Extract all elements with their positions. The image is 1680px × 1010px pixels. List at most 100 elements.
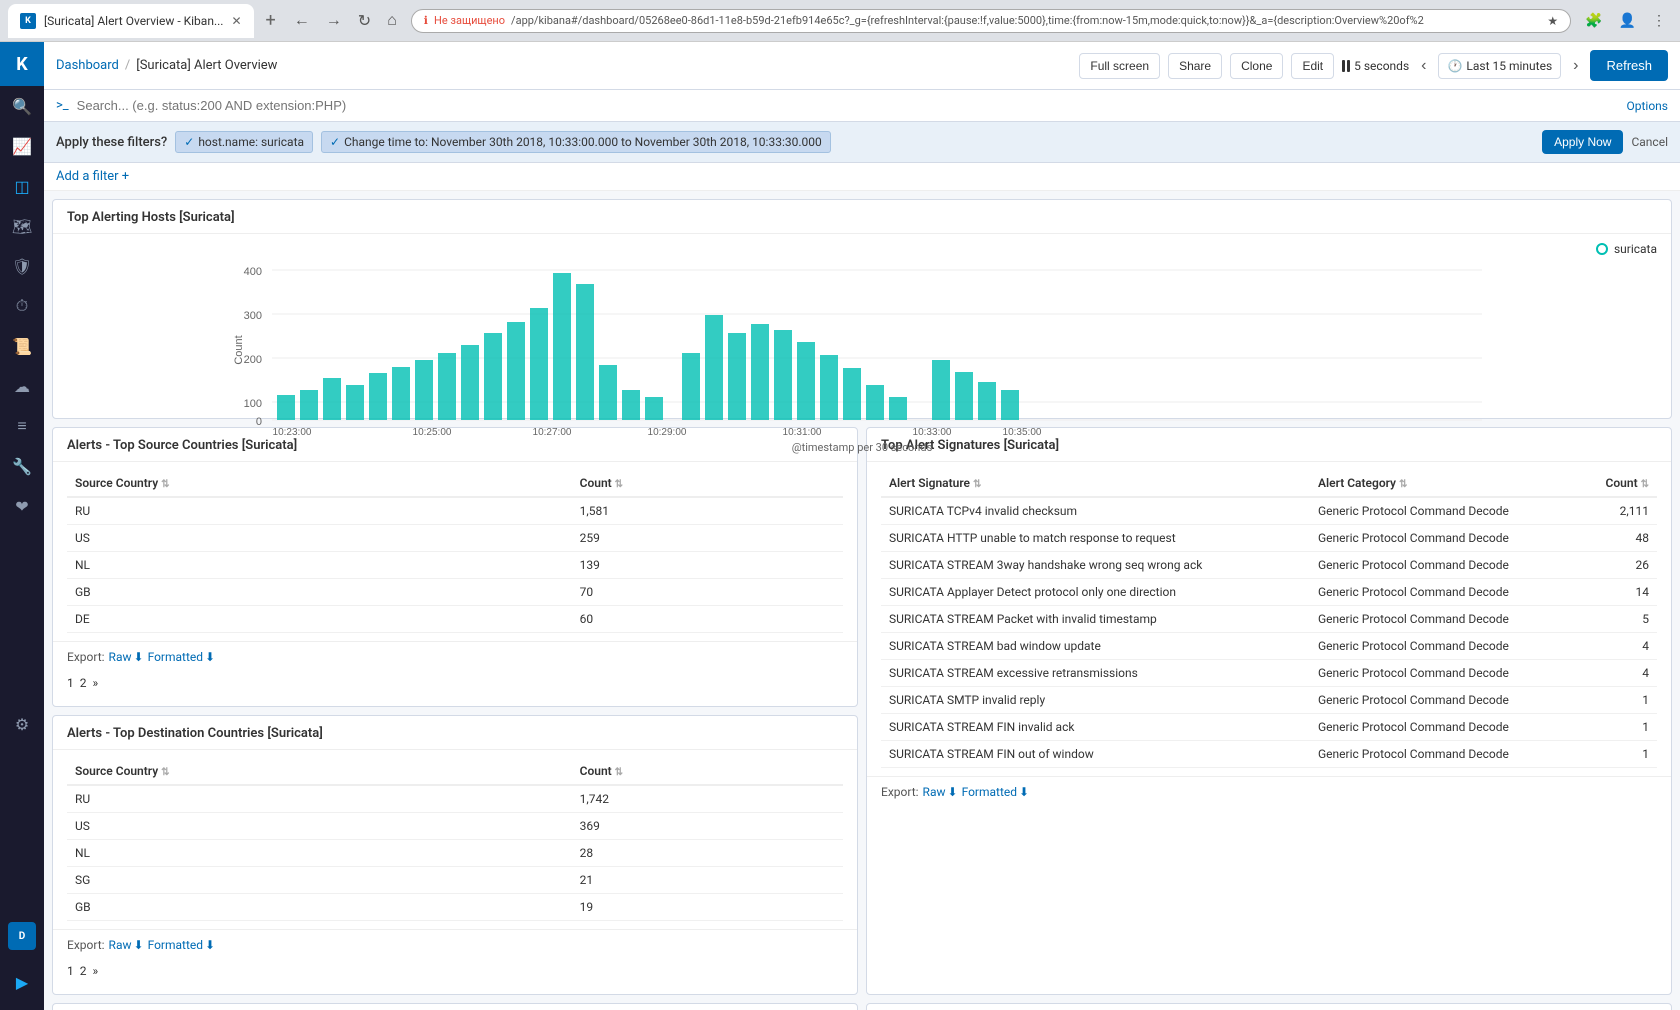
table-row[interactable]: SURICATA Applayer Detect protocol only o… — [881, 579, 1657, 606]
dest-countries-panel: Alerts - Top Destination Countries [Suri… — [52, 715, 858, 995]
sidebar-item-monitoring[interactable]: ❤ — [0, 486, 44, 526]
table-row[interactable]: SURICATA STREAM FIN out of windowGeneric… — [881, 741, 1657, 768]
search-prompt-icon: >_ — [56, 98, 69, 113]
sidebar-item-visualize[interactable]: 📈 — [0, 126, 44, 166]
table-row[interactable]: SURICATA STREAM FIN invalid ackGeneric P… — [881, 714, 1657, 741]
table-row[interactable]: NL139 — [67, 552, 843, 579]
browser-tab[interactable]: K [Suricata] Alert Overview - Kiban... ✕ — [8, 4, 254, 38]
sidebar-item-infrastructure[interactable]: ☁ — [0, 366, 44, 406]
cat-col-header[interactable]: Alert Category ⇅ — [1310, 470, 1580, 497]
sig-col-header[interactable]: Alert Signature ⇅ — [881, 470, 1310, 497]
count-cell: 4 — [1580, 660, 1657, 687]
cat-cell: Generic Protocol Command Decode — [1310, 633, 1580, 660]
svg-text:0: 0 — [256, 416, 262, 428]
apply-now-button[interactable]: Apply Now — [1542, 130, 1623, 154]
dest-count-col-header[interactable]: Count ⇅ — [572, 758, 843, 785]
table-row[interactable]: SURICATA STREAM Packet with invalid time… — [881, 606, 1657, 633]
bookmark-icon[interactable]: ★ — [1547, 14, 1558, 28]
table-row[interactable]: RU1,742 — [67, 785, 843, 813]
table-row[interactable]: GB70 — [67, 579, 843, 606]
forward-button[interactable]: → — [320, 7, 348, 35]
new-tab-button[interactable]: + — [262, 10, 280, 31]
country-cell: RU — [67, 785, 572, 813]
searchbar: >_ Options — [44, 90, 1680, 122]
fullscreen-button[interactable]: Full screen — [1079, 53, 1160, 79]
menu-button[interactable]: ⋮ — [1646, 8, 1672, 33]
home-button[interactable]: ⌂ — [381, 7, 403, 35]
tab-close-icon[interactable]: ✕ — [231, 14, 241, 28]
svg-text:10:25:00: 10:25:00 — [413, 427, 452, 435]
filter-tag-hostname[interactable]: ✓ host.name: suricata — [175, 131, 313, 153]
reload-button[interactable]: ↻ — [352, 7, 377, 35]
count-cell: 1,742 — [572, 785, 843, 813]
dev-mode-badge: D — [8, 922, 36, 950]
table-row[interactable]: SURICATA TCPv4 invalid checksumGeneric P… — [881, 497, 1657, 525]
dest-page-next[interactable]: » — [93, 964, 99, 978]
interval-prev-button[interactable]: ‹ — [1417, 55, 1430, 77]
count-cell: 70 — [572, 579, 843, 606]
table-row[interactable]: SURICATA HTTP unable to match response t… — [881, 525, 1657, 552]
source-country-col-header[interactable]: Source Country ⇅ — [67, 470, 572, 497]
table-row[interactable]: SURICATA STREAM excessive retransmission… — [881, 660, 1657, 687]
breadcrumb-dashboard[interactable]: Dashboard — [56, 58, 119, 73]
table-row[interactable]: DE60 — [67, 606, 843, 633]
table-row[interactable]: RU1,581 — [67, 497, 843, 525]
source-raw-link[interactable]: Raw ⬇ — [109, 650, 144, 664]
count-col-header[interactable]: Count ⇅ — [1580, 470, 1657, 497]
table-row[interactable]: SG21 — [67, 867, 843, 894]
source-countries-panel: Alerts - Top Source Countries [Suricata]… — [52, 427, 858, 707]
search-input[interactable] — [77, 98, 1619, 113]
sidebar-item-management[interactable]: ⚙ — [0, 704, 44, 744]
page-2[interactable]: 2 — [80, 676, 87, 690]
sidebar-item-devtools[interactable]: 🔧 — [0, 446, 44, 486]
table-row[interactable]: GB19 — [67, 894, 843, 921]
options-link[interactable]: Options — [1626, 99, 1668, 113]
sidebar-item-apm[interactable]: ⏱ — [0, 286, 44, 326]
dest-country-col-header[interactable]: Source Country ⇅ — [67, 758, 572, 785]
chart-x-label: @timestamp per 30 seconds — [67, 441, 1657, 454]
dest-raw-link[interactable]: Raw ⬇ — [109, 938, 144, 952]
clone-button[interactable]: Clone — [1230, 53, 1283, 79]
sidebar-item-security[interactable]: 🛡 — [0, 246, 44, 286]
dest-formatted-link[interactable]: Formatted ⬇ — [148, 938, 216, 952]
sidebar-item-discover[interactable]: 🔍 — [0, 86, 44, 126]
back-button[interactable]: ← — [288, 7, 316, 35]
table-row[interactable]: SURICATA SMTP invalid replyGeneric Proto… — [881, 687, 1657, 714]
interval-next-button[interactable]: › — [1569, 55, 1582, 77]
sidebar-item-dashboard[interactable]: ◫ — [0, 166, 44, 206]
source-formatted-link[interactable]: Formatted ⬇ — [148, 650, 216, 664]
dest-page-1[interactable]: 1 — [67, 964, 74, 978]
profile-button[interactable]: 👤 — [1613, 8, 1642, 33]
table-row[interactable]: SURICATA STREAM 3way handshake wrong seq… — [881, 552, 1657, 579]
sidebar-item-maps[interactable]: 🗺 — [0, 206, 44, 246]
page-1[interactable]: 1 — [67, 676, 74, 690]
sig-formatted-link[interactable]: Formatted ⬇ — [962, 785, 1030, 799]
source-count-col-header[interactable]: Count ⇅ — [572, 470, 843, 497]
add-filter-link[interactable]: Add a filter + — [56, 169, 129, 184]
sig-raw-link[interactable]: Raw ⬇ — [923, 785, 958, 799]
chart-container: suricata 400 300 200 100 0 Count — [53, 234, 1671, 462]
table-row[interactable]: NL28 — [67, 840, 843, 867]
extensions-button[interactable]: 🧩 — [1579, 8, 1608, 33]
table-row[interactable]: US259 — [67, 525, 843, 552]
time-range-picker[interactable]: 🕐 Last 15 minutes — [1438, 53, 1561, 79]
page-next[interactable]: » — [93, 676, 99, 690]
table-row[interactable]: SURICATA STREAM bad window updateGeneric… — [881, 633, 1657, 660]
address-bar[interactable]: ℹ Не защищено /app/kibana#/dashboard/052… — [411, 9, 1571, 33]
filter-bar-label: Apply these filters? — [56, 135, 167, 150]
sidebar-item-play[interactable]: ▶ — [0, 962, 44, 1002]
share-button[interactable]: Share — [1168, 53, 1222, 79]
cancel-link[interactable]: Cancel — [1631, 135, 1668, 149]
sidebar-item-logs[interactable]: 📜 — [0, 326, 44, 366]
sidebar-item-index-patterns[interactable]: ≡ — [0, 406, 44, 446]
filter-tag-time-text: Change time to: November 30th 2018, 10:3… — [344, 135, 822, 149]
address-text: /app/kibana#/dashboard/05268ee0-86d1-11e… — [511, 14, 1541, 27]
kibana-logo[interactable]: K — [0, 42, 44, 86]
refresh-button[interactable]: Refresh — [1590, 50, 1668, 81]
legend-label: suricata — [1614, 242, 1657, 256]
edit-button[interactable]: Edit — [1291, 53, 1334, 79]
sig-cell: SURICATA STREAM 3way handshake wrong seq… — [881, 552, 1310, 579]
filter-tag-time[interactable]: ✓ Change time to: November 30th 2018, 10… — [321, 131, 831, 153]
table-row[interactable]: US369 — [67, 813, 843, 840]
dest-page-2[interactable]: 2 — [80, 964, 87, 978]
